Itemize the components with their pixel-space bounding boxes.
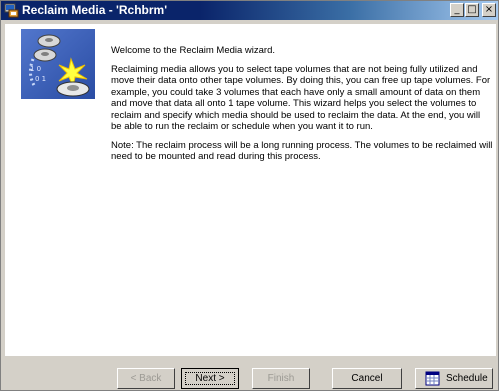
- welcome-text: Welcome to the Reclaim Media wizard.: [111, 45, 276, 56]
- note-paragraph: Note: The reclaim process will be a long…: [111, 139, 493, 163]
- title-bar[interactable]: Reclaim Media - 'Rchbrm' _ □ ×: [1, 1, 498, 20]
- minimize-button[interactable]: _: [450, 3, 464, 17]
- schedule-button[interactable]: Schedule: [415, 368, 493, 389]
- back-button-label: < Back: [130, 373, 162, 384]
- minimize-icon: _: [454, 4, 460, 15]
- cancel-button[interactable]: Cancel: [332, 368, 402, 389]
- wizard-content-panel: 1 0 0 1 Welcome to the Reclaim Media wiz…: [5, 24, 496, 356]
- cancel-button-label: Cancel: [351, 373, 383, 384]
- app-icon: [4, 3, 19, 18]
- svg-text:1 0: 1 0: [30, 65, 41, 73]
- button-bar: < Back Next > Finish Cancel Schedule: [1, 359, 498, 390]
- next-button[interactable]: Next >: [181, 368, 239, 389]
- close-icon: ×: [484, 4, 494, 15]
- svg-text:0 1: 0 1: [35, 75, 46, 83]
- wizard-description: Welcome to the Reclaim Media wizard. Rec…: [111, 45, 493, 170]
- maximize-icon: □: [467, 4, 477, 15]
- window-title: Reclaim Media - 'Rchbrm': [22, 3, 168, 17]
- wizard-window: Reclaim Media - 'Rchbrm' _ □ × 1 0 0 1 W…: [0, 0, 499, 391]
- close-button[interactable]: ×: [482, 3, 496, 17]
- reclaim-media-illustration-icon: 1 0 0 1: [21, 29, 95, 99]
- finish-button[interactable]: Finish: [252, 368, 310, 389]
- schedule-button-label: Schedule: [446, 373, 488, 384]
- maximize-button[interactable]: □: [465, 3, 479, 17]
- description-paragraph: Reclaiming media allows you to select ta…: [111, 63, 491, 133]
- finish-button-label: Finish: [267, 373, 295, 384]
- calendar-icon: [425, 371, 440, 386]
- back-button[interactable]: < Back: [117, 368, 175, 389]
- next-button-label: Next >: [195, 373, 225, 384]
